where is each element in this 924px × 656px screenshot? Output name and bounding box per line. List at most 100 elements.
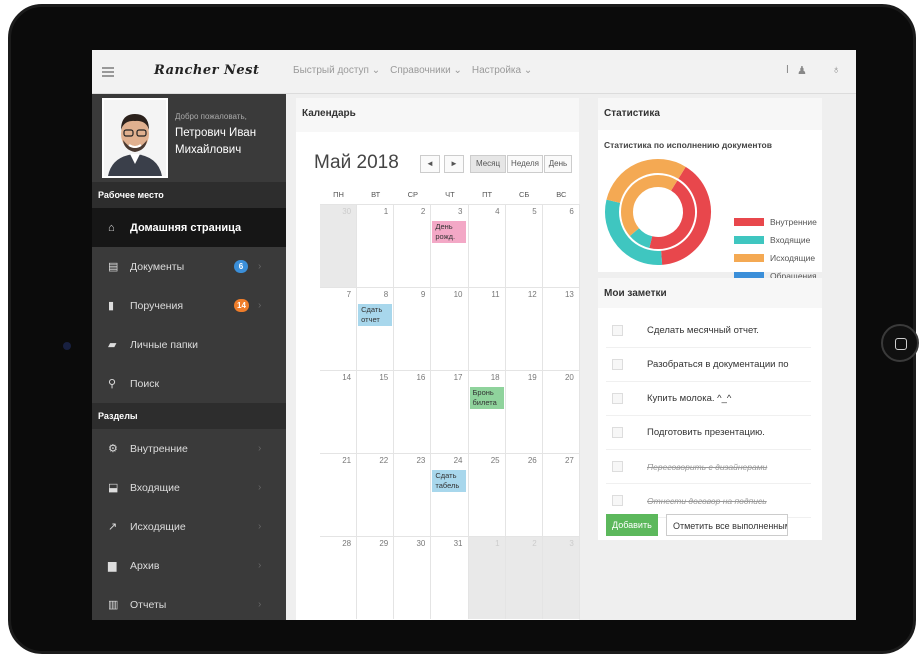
view-day-button[interactable]: День bbox=[544, 155, 572, 173]
legend-swatch bbox=[734, 218, 764, 226]
sidebar-workspace-item-badge: 6 bbox=[234, 260, 248, 273]
calendar-event[interactable]: Сдать табель bbox=[432, 470, 467, 492]
calendar-day[interactable]: 28 bbox=[320, 537, 358, 619]
avatar[interactable] bbox=[102, 98, 168, 178]
note-text: Отнести договор на подпись bbox=[647, 495, 767, 506]
weekday-label: ПН bbox=[333, 190, 344, 199]
lightbulb-icon[interactable]: ♁ bbox=[832, 64, 840, 76]
sidebar-workspace-item-4[interactable]: ⚲ Поиск bbox=[92, 364, 286, 403]
mark-all-done-button[interactable]: Отметить все выполненными bbox=[666, 514, 788, 536]
calendar-day[interactable]: 25 bbox=[469, 454, 506, 536]
calendar-day[interactable]: 31 bbox=[431, 537, 469, 619]
day-number: 16 bbox=[416, 373, 426, 382]
chevron-right-icon: › bbox=[258, 599, 262, 610]
calendar-day[interactable]: 1 bbox=[468, 537, 506, 619]
app-logo[interactable]: Rancher Nest bbox=[154, 63, 259, 78]
calendar-day[interactable]: 18 Бронь билета bbox=[469, 371, 506, 453]
calendar-day[interactable]: 29 bbox=[357, 537, 395, 619]
archive-icon: ▆ bbox=[108, 560, 117, 572]
note-checkbox[interactable] bbox=[612, 495, 623, 506]
calendar-day[interactable]: 15 bbox=[357, 371, 395, 453]
calendar-day[interactable]: 7 bbox=[320, 288, 358, 370]
note-item[interactable]: Сделать месячный отчет. bbox=[606, 314, 811, 348]
sidebar-workspace-item-3[interactable]: ▰ Личные папки bbox=[92, 325, 286, 364]
note-checkbox[interactable] bbox=[612, 393, 623, 404]
view-month-button[interactable]: Месяц bbox=[470, 155, 506, 173]
note-item[interactable]: Купить молока. ^_^ bbox=[606, 382, 811, 416]
camera bbox=[63, 342, 71, 350]
calendar-day[interactable]: 10 bbox=[431, 288, 469, 370]
sidebar-workspace-item-2[interactable]: ▮ Поручения 14 › bbox=[92, 286, 286, 325]
calendar-day[interactable]: 14 bbox=[320, 371, 358, 453]
sidebar-section-item-label: Входящие bbox=[130, 481, 180, 494]
note-checkbox[interactable] bbox=[612, 461, 623, 472]
calendar-day[interactable]: 22 bbox=[357, 454, 395, 536]
calendar-day[interactable]: 23 bbox=[394, 454, 432, 536]
calendar-event[interactable]: День рожд. bbox=[432, 221, 467, 243]
calendar-week: 14 15 16 17 18 Бронь билета 19 20 bbox=[320, 370, 580, 453]
sidebar-section-item-4[interactable]: ▥ Отчеты › bbox=[92, 585, 286, 620]
sidebar-workspace-item-1[interactable]: ▤ Документы 6 › bbox=[92, 247, 286, 286]
user-name[interactable]: Петрович Иван Михайлович bbox=[175, 125, 280, 159]
calendar-day[interactable]: 4 bbox=[469, 205, 506, 287]
calendar-day[interactable]: 2 bbox=[505, 537, 543, 619]
calendar-day[interactable]: 9 bbox=[394, 288, 432, 370]
calendar-day[interactable]: 3 bbox=[542, 537, 580, 619]
calendar-day[interactable]: 30 bbox=[320, 205, 358, 287]
search-icon: ⚲ bbox=[108, 378, 117, 390]
next-month-button[interactable]: ► bbox=[444, 155, 464, 173]
sidebar-section-item-2[interactable]: ↗ Исходящие › bbox=[92, 507, 286, 546]
legend-item[interactable]: Внутренние bbox=[734, 213, 817, 231]
section-sections: Разделы bbox=[92, 403, 286, 429]
view-week-button[interactable]: Неделя bbox=[507, 155, 543, 173]
sidebar-section-item-3[interactable]: ▆ Архив › bbox=[92, 546, 286, 585]
calendar-day[interactable]: 3 День рожд. bbox=[431, 205, 469, 287]
note-checkbox[interactable] bbox=[612, 359, 623, 370]
calendar-event[interactable]: Сдать отчет bbox=[358, 304, 393, 326]
calendar-day[interactable]: 1 bbox=[357, 205, 395, 287]
calendar-day[interactable]: 30 bbox=[394, 537, 432, 619]
note-item[interactable]: Разобраться в документации по bbox=[606, 348, 811, 382]
folder-icon: ▰ bbox=[108, 339, 117, 351]
calendar-grid: ПН ВТ СР ЧТ ПТ СБ ВС 30 1 2 3 День рожд. 4 5 6 7 8 Сдать… bbox=[320, 190, 580, 619]
user-icon[interactable]: ♟ bbox=[797, 64, 807, 77]
calendar-day[interactable]: 26 bbox=[506, 454, 543, 536]
calendar-day[interactable]: 27 bbox=[543, 454, 580, 536]
calendar-day[interactable]: 11 bbox=[469, 288, 506, 370]
calendar-day[interactable]: 5 bbox=[506, 205, 543, 287]
info-icon[interactable]: ǀ bbox=[786, 64, 789, 76]
nav-settings[interactable]: Настройка ⌄ bbox=[472, 65, 532, 76]
calendar-day[interactable]: 16 bbox=[394, 371, 432, 453]
calendar-day[interactable]: 8 Сдать отчет bbox=[357, 288, 395, 370]
note-checkbox[interactable] bbox=[612, 427, 623, 438]
calendar-day[interactable]: 20 bbox=[543, 371, 580, 453]
note-item[interactable]: Переговорить с дизайнерами bbox=[606, 450, 811, 484]
calendar-day[interactable]: 12 bbox=[506, 288, 543, 370]
sidebar-section-item-0[interactable]: ⚙ Внутренние › bbox=[92, 429, 286, 468]
sidebar-workspace-item-label: Поручения bbox=[130, 299, 184, 312]
note-item[interactable]: Подготовить презентацию. bbox=[606, 416, 811, 450]
calendar-day[interactable]: 13 bbox=[543, 288, 580, 370]
nav-quick-access[interactable]: Быстрый доступ ⌄ bbox=[293, 65, 380, 76]
calendar-event[interactable]: Бронь билета bbox=[469, 387, 504, 409]
calendar-day[interactable]: 17 bbox=[431, 371, 469, 453]
home-button[interactable] bbox=[881, 324, 919, 362]
calendar-day[interactable]: 2 bbox=[394, 205, 432, 287]
legend-item[interactable]: Исходящие bbox=[734, 249, 817, 267]
note-checkbox[interactable] bbox=[612, 325, 623, 336]
calendar-day[interactable]: 19 bbox=[506, 371, 543, 453]
nav-directories[interactable]: Справочники ⌄ bbox=[390, 65, 462, 76]
menu-toggle-icon[interactable] bbox=[102, 67, 114, 77]
calendar-day[interactable]: 6 bbox=[543, 205, 580, 287]
chevron-right-icon: › bbox=[258, 482, 262, 493]
sidebar-workspace-item-0[interactable]: ⌂ Домашняя страница bbox=[92, 208, 286, 247]
note-item[interactable]: Отнести договор на подпись bbox=[606, 484, 811, 518]
calendar-day[interactable]: 24 Сдать табель bbox=[431, 454, 469, 536]
weekday-label: ВТ bbox=[371, 190, 381, 199]
prev-month-button[interactable]: ◄ bbox=[420, 155, 440, 173]
legend-item[interactable]: Входящие bbox=[734, 231, 817, 249]
add-note-button[interactable]: Добавить bbox=[606, 514, 658, 536]
day-number: 25 bbox=[490, 456, 500, 465]
calendar-day[interactable]: 21 bbox=[320, 454, 358, 536]
sidebar-section-item-1[interactable]: ⬓ Входящие › bbox=[92, 468, 286, 507]
